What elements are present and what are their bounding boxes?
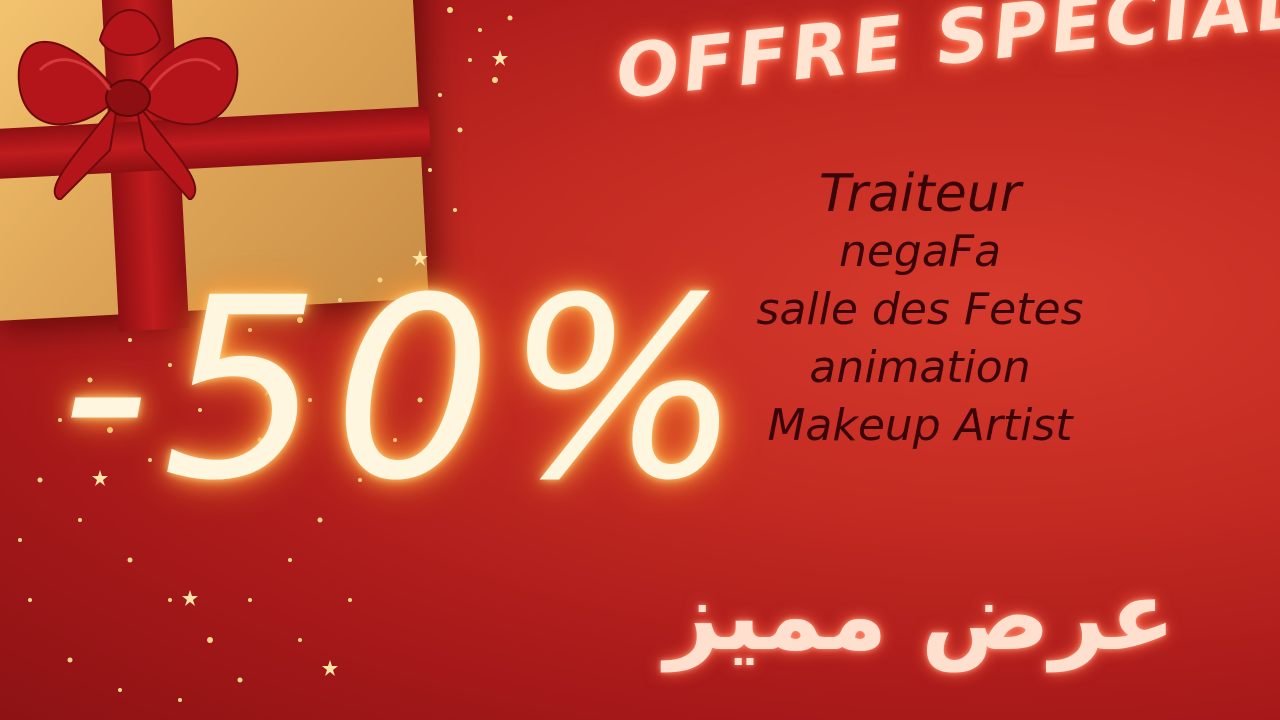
service-item: Traiteur: [818, 164, 1022, 224]
services-list: Traiteur negaFa salle des Fetes animatio…: [720, 165, 1120, 455]
service-item: Makeup Artist: [767, 400, 1073, 451]
discount-label: -50%: [60, 244, 754, 535]
arabic-headline: عرض مميز: [664, 560, 1176, 672]
service-item: negaFa: [838, 226, 1002, 277]
service-item: salle des Fetes: [756, 284, 1084, 335]
service-item: animation: [809, 342, 1031, 393]
promo-banner: OFFRE SPECIAL -50% Traiteur negaFa salle…: [0, 0, 1280, 720]
